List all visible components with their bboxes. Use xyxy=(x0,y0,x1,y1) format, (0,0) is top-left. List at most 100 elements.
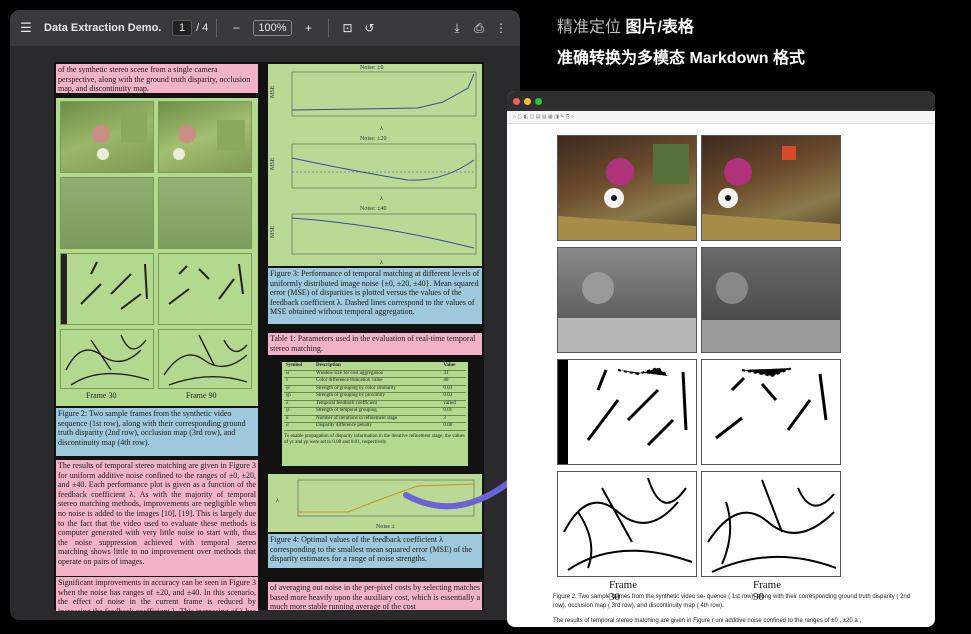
lambda-axis-label: λ xyxy=(380,260,383,266)
noise20-label: Noise: ±20 xyxy=(360,136,386,142)
table-header-cell: Value xyxy=(441,363,466,371)
md-frame90-color-image xyxy=(701,135,841,241)
lambda-axis-label: λ xyxy=(276,498,279,504)
zoom-out-icon[interactable]: − xyxy=(225,21,247,35)
table-cell: Window size for cost aggregation xyxy=(314,370,442,378)
figure-3-caption: Figure 3: Performance of temporal matchi… xyxy=(268,268,482,324)
file-name: Data Extraction Demo.pdf xyxy=(44,22,162,34)
table-row: γc Strength of grouping by color similari… xyxy=(284,385,466,393)
table-cell: varied xyxy=(441,400,466,408)
maximize-window-icon[interactable] xyxy=(535,97,542,105)
md-frame30-discontinuity-image xyxy=(557,471,697,577)
markdown-toolbar: ⌂ ▢ ◧ ◫ ▤ ▥ ▦ ◨ ✎ ⎘ ⌕ xyxy=(507,111,935,124)
menu-icon[interactable]: ☰ xyxy=(18,20,34,36)
noise-axis-label: Noise ± xyxy=(376,524,395,530)
table-cell: 0.08 xyxy=(441,422,466,431)
table-footnote: To enable propagation of disparity infor… xyxy=(284,433,465,446)
page-number-input[interactable]: 1 xyxy=(172,20,193,36)
headline-bold: 图片/表格 xyxy=(625,19,694,36)
md-frame90-discontinuity-image xyxy=(701,471,841,577)
md-frame30-occlusion-image xyxy=(557,359,697,465)
zoom-level[interactable]: 100% xyxy=(253,20,292,36)
figure-4-caption: Figure 4: Optimal values of the feedback… xyxy=(268,534,482,568)
table-cell: 0.03 xyxy=(441,392,466,401)
mse-axis-label: MSE xyxy=(270,157,276,170)
minimize-window-icon[interactable] xyxy=(524,97,531,105)
toolbar-icons-icon[interactable]: ⌂ ▢ ◧ ◫ ▤ ▥ ▦ ◨ ✎ ⎘ ⌕ xyxy=(513,114,574,120)
md-frame90-disparity-image xyxy=(701,247,841,353)
table-cell: Disparity difference penalty xyxy=(314,422,442,431)
lambda-axis-label: λ xyxy=(380,126,383,132)
pdf-viewer-window: ☰ Data Extraction Demo.pdf 1 / 4 − 100% … xyxy=(10,10,520,620)
table-cell: 0.03 xyxy=(441,385,466,393)
toolbar-divider xyxy=(216,19,218,37)
md-frame30-color-image xyxy=(557,135,697,241)
table-cell: ω xyxy=(284,370,315,378)
pdf-toolbar: ☰ Data Extraction Demo.pdf 1 / 4 − 100% … xyxy=(10,10,520,46)
paragraph-top: of the synthetic stereo scene from a sin… xyxy=(56,64,258,93)
frame90-label: Frame 90 xyxy=(186,391,217,400)
table-row: δ Number of iterations in refinement stag… xyxy=(284,415,466,423)
table-header-row: Symbol Description Value xyxy=(284,363,466,371)
table-row: γt Strength of temporal grouping 0.01 xyxy=(284,407,466,416)
table-cell: Temporal feedback coefficient xyxy=(314,400,442,408)
md-body-text: The results of temporal stereo matching … xyxy=(553,618,862,624)
toolbar-divider xyxy=(327,19,329,37)
table-cell: Strength of temporal grouping xyxy=(314,407,442,416)
table-row: λ Temporal feedback coefficient varied xyxy=(284,400,466,408)
body-paragraph-2: Significant improvements in accuracy can… xyxy=(56,577,258,611)
table-cell: Color difference truncation value xyxy=(314,377,442,386)
lambda-axis-label: λ xyxy=(380,196,383,202)
md-frame30-disparity-image xyxy=(557,247,697,353)
figure-2-region: Frame 30 Frame 90 xyxy=(56,98,258,406)
table-header-cell: Symbol xyxy=(284,363,315,371)
print-icon[interactable]: ⎙ xyxy=(468,21,490,36)
mse-axis-label: MSE xyxy=(270,225,276,238)
pdf-page: of the synthetic stereo scene from a sin… xyxy=(54,62,484,611)
frame30-label: Frame 30 xyxy=(86,391,117,400)
headline-prefix: 精准定位 xyxy=(557,19,626,36)
noise0-label: Noise: ±0 xyxy=(360,65,383,71)
figure-3-plots: Noise: ±0 MSE λ Noise: ±20 MSE λ Noise: … xyxy=(268,64,482,266)
table-cell: Number of iterations in refinement stage xyxy=(314,415,442,423)
md-figure-caption: Figure 2: Two sample frames from the syn… xyxy=(553,594,911,609)
markdown-preview-window: ⌂ ▢ ◧ ◫ ▤ ▥ ▦ ◨ ✎ ⎘ ⌕ Frame 30 Frame 90 … xyxy=(507,91,935,627)
download-icon[interactable]: ⤓ xyxy=(446,21,468,36)
noise40-curve xyxy=(291,217,475,249)
table-cell: λ xyxy=(284,400,315,408)
table-cell: Strength of grouping by proximity xyxy=(314,392,442,401)
subheadline: 准确转换为多模态 Markdown 格式 xyxy=(557,50,806,67)
noise20-curve xyxy=(291,157,475,181)
body-paragraph-1: The results of temporal stereo matching … xyxy=(56,460,258,576)
rotate-icon[interactable]: ↺ xyxy=(359,21,381,35)
table-cell: 3 xyxy=(441,415,466,423)
table-cell: 33 xyxy=(441,370,466,378)
frame30-color-image xyxy=(60,101,154,173)
table-cell: τ xyxy=(284,377,315,386)
frame30-disparity-image xyxy=(60,177,154,249)
figure-2-caption: Figure 2: Two sample frames from the syn… xyxy=(56,408,258,456)
frame30-discontinuity-image xyxy=(60,329,154,389)
table-cell: Strength of grouping by color similarity xyxy=(314,385,442,393)
table-cell: δ xyxy=(284,415,315,423)
table-row: α Disparity difference penalty 0.08 xyxy=(284,422,466,431)
close-window-icon[interactable] xyxy=(513,97,520,105)
bottom-paragraph: of averaging out noise in the per-pixel … xyxy=(268,582,482,610)
table-row: τ Color difference truncation value 40 xyxy=(284,377,466,386)
zoom-in-icon[interactable]: + xyxy=(298,21,320,35)
table-header-cell: Description xyxy=(314,363,442,371)
frame90-disparity-image xyxy=(158,177,252,249)
md-frame90-occlusion-image xyxy=(701,359,841,465)
headline: 精准定位 图片/表格 xyxy=(557,13,694,37)
frame90-color-image xyxy=(158,101,252,173)
noise40-label: Noise: ±40 xyxy=(360,206,386,212)
frame90-discontinuity-image xyxy=(158,329,252,389)
more-options-icon[interactable]: ⋮ xyxy=(490,21,512,35)
table-row: ω Window size for cost aggregation 33 xyxy=(284,370,466,378)
table-cell: α xyxy=(284,422,315,431)
parameters-table: Symbol Description Value ω Window size fo… xyxy=(284,363,466,431)
fit-page-icon[interactable]: ⊡ xyxy=(337,21,359,35)
mse-axis-label: MSE xyxy=(270,85,276,98)
frame90-occlusion-image xyxy=(158,253,252,325)
table-cell: 0.01 xyxy=(441,407,466,416)
